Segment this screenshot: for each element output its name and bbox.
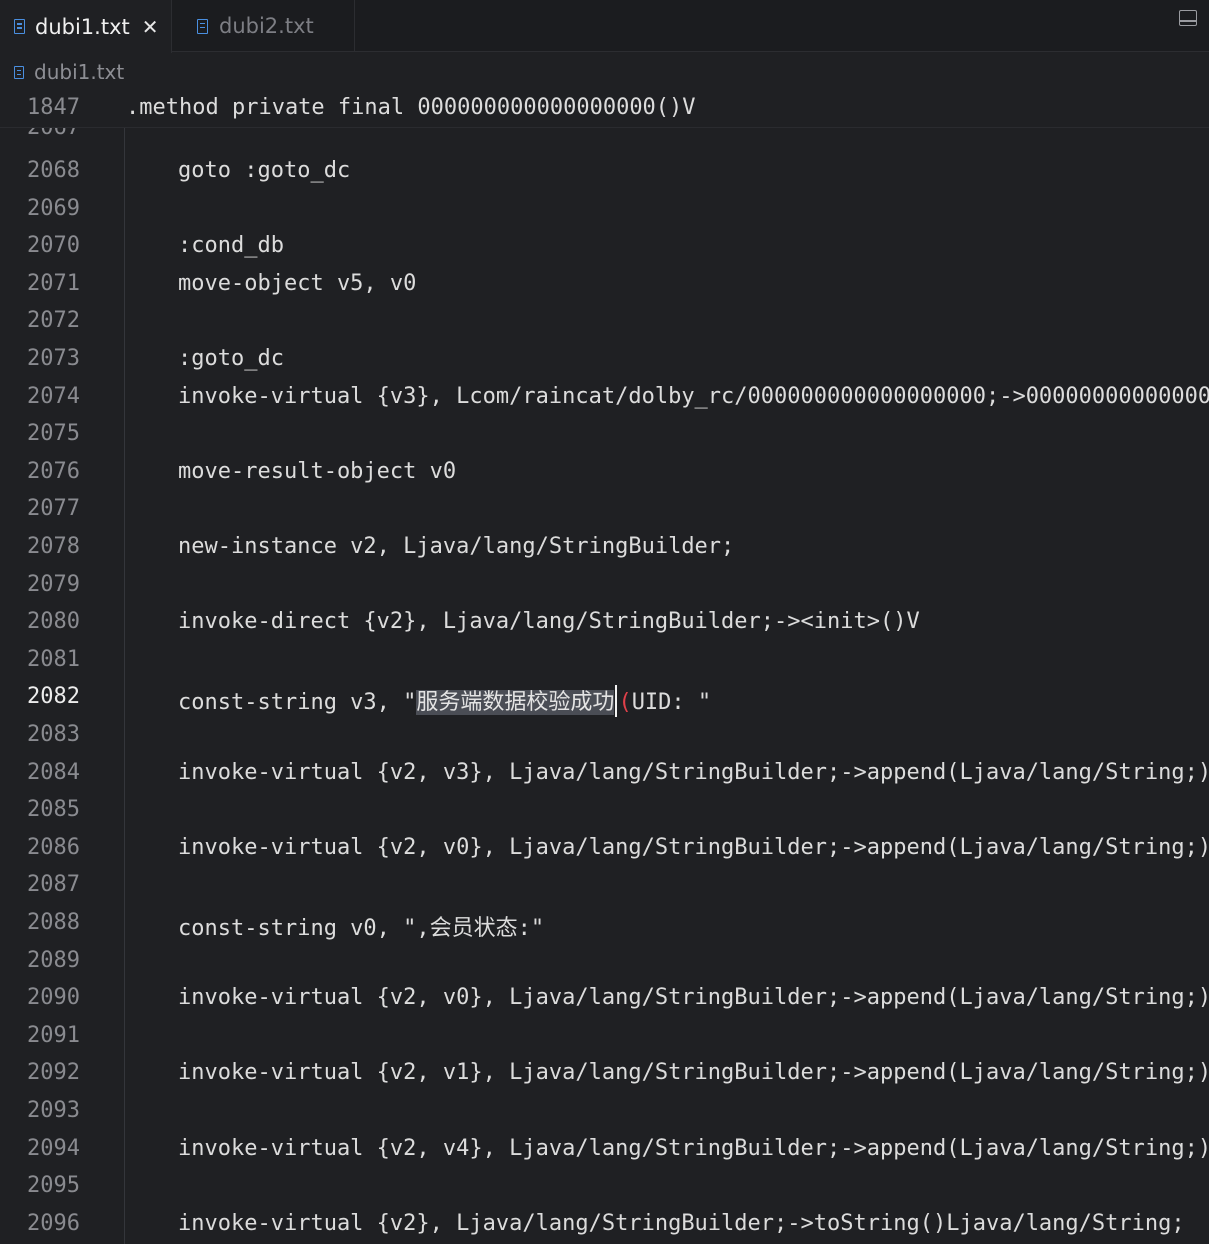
code-line-partial: 2067 (0, 128, 1209, 147)
code-line[interactable]: 2068 goto :goto_dc (0, 152, 1209, 190)
code-line[interactable]: 2091 (0, 1017, 1209, 1055)
line-text: new-instance v2, Ljava/lang/StringBuilde… (178, 534, 735, 559)
code-line[interactable]: 2076 move-result-object v0 (0, 453, 1209, 491)
line-number: 2075 (27, 421, 80, 447)
line-number: 2069 (27, 195, 80, 221)
code-line[interactable]: 2077 (0, 490, 1209, 528)
code-line[interactable]: 2087 (0, 866, 1209, 904)
breadcrumb-file[interactable]: dubi1.txt (34, 60, 124, 84)
line-number: 2071 (27, 270, 80, 296)
selected-text[interactable]: 服务端数据校验成功 (416, 690, 615, 716)
line-number: 2083 (27, 722, 80, 747)
code-line[interactable]: 2078 new-instance v2, Ljava/lang/StringBu… (0, 528, 1209, 566)
code-line[interactable]: 2083 (0, 716, 1209, 754)
line-text: invoke-virtual {v2, v1}, Ljava/lang/Stri… (178, 1060, 1209, 1086)
line-number: 2093 (27, 1098, 80, 1123)
line-number: 2085 (27, 797, 80, 823)
line-number: 2074 (27, 383, 80, 409)
line-number: 2092 (27, 1060, 80, 1086)
line-number: 2070 (27, 233, 80, 259)
code-editor[interactable]: 2067 2068goto :goto_dc20692070:cond_db20… (0, 128, 1209, 1244)
line-number: 2073 (27, 346, 80, 371)
line-text: invoke-virtual {v3}, Lcom/raincat/dolby_… (178, 383, 1209, 409)
line-number: 2080 (27, 609, 80, 635)
line-text: const-string v3, "服务端数据校验成功 (UID: " (178, 684, 712, 718)
code-line[interactable]: 2088 const-string v0, ",会员状态:" (0, 904, 1209, 942)
code-line[interactable]: 2070 :cond_db (0, 227, 1209, 265)
line-number: 2086 (27, 834, 80, 860)
close-icon[interactable]: ✕ (142, 17, 159, 37)
toggle-panel-icon[interactable] (1179, 10, 1197, 26)
line-number: 2078 (27, 534, 80, 559)
code-line[interactable]: 2081 (0, 641, 1209, 679)
line-number: 2081 (27, 646, 80, 672)
line-text: move-object v5, v0 (178, 270, 417, 296)
line-text: const-string v0, ",会员状态:" (178, 916, 545, 941)
line-number: 2089 (27, 947, 80, 973)
line-text: :goto_dc (178, 346, 284, 371)
sticky-line-text: .method private final 000000000000000000… (126, 95, 696, 120)
code-line[interactable]: 2090 invoke-virtual {v2, v0}, Ljava/lang/… (0, 979, 1209, 1017)
code-line[interactable]: 2085 (0, 791, 1209, 829)
code-line[interactable]: 2094 invoke-virtual {v2, v4}, Ljava/lang/… (0, 1130, 1209, 1168)
line-number: 2076 (27, 458, 80, 484)
code-suffix: UID: " (631, 690, 712, 716)
line-text: goto :goto_dc (178, 158, 351, 183)
code-line[interactable]: 2093 (0, 1092, 1209, 1130)
code-line[interactable]: 2072 (0, 302, 1209, 340)
code-line[interactable]: 2092 invoke-virtual {v2, v1}, Ljava/lang/… (0, 1054, 1209, 1092)
code-line[interactable]: 2069 (0, 190, 1209, 228)
tab-label: dubi1.txt (35, 14, 130, 39)
current-code-line[interactable]: 2082 const-string v3, "服务端数据校验成功 (UID: " (0, 678, 1209, 718)
tab-bar: dubi1.txt ✕ dubi2.txt (0, 0, 1209, 53)
code-line[interactable]: 2080 invoke-direct {v2}, Ljava/lang/Strin… (0, 603, 1209, 641)
unmatched-paren: ( (618, 690, 632, 716)
code-line[interactable]: 2095 (0, 1167, 1209, 1205)
code-line[interactable]: 2074 invoke-virtual {v3}, Lcom/raincat/do… (0, 378, 1209, 416)
breadcrumb: dubi1.txt (0, 54, 124, 90)
tab-dubi1[interactable]: dubi1.txt ✕ (0, 0, 172, 53)
tab-label: dubi2.txt (219, 14, 314, 38)
line-number: 2087 (27, 872, 80, 898)
code-prefix: const-string v3, " (178, 690, 417, 716)
text-file-icon (197, 18, 208, 34)
line-number: 2077 (27, 496, 80, 522)
line-number: 2094 (27, 1135, 80, 1161)
line-number: 2090 (27, 985, 80, 1011)
code-line[interactable]: 2071 move-object v5, v0 (0, 265, 1209, 303)
line-text: invoke-virtual {v2, v4}, Ljava/lang/Stri… (178, 1135, 1209, 1161)
line-number: 2088 (27, 910, 80, 935)
line-number: 2084 (27, 759, 80, 785)
code-line[interactable]: 2079 (0, 566, 1209, 604)
sticky-scroll-header[interactable]: 1847 .method private final 0000000000000… (0, 90, 1209, 128)
line-text: invoke-direct {v2}, Ljava/lang/StringBui… (178, 609, 920, 635)
line-number: 2072 (27, 308, 80, 334)
line-number: 2091 (27, 1022, 80, 1048)
line-text: :cond_db (178, 233, 284, 259)
line-number: 2095 (27, 1173, 80, 1199)
line-number: 2082 (27, 684, 80, 710)
line-text: invoke-virtual {v2, v3}, Ljava/lang/Stri… (178, 759, 1209, 785)
code-line[interactable]: 2075 (0, 415, 1209, 453)
code-line[interactable]: 2084 invoke-virtual {v2, v3}, Ljava/lang/… (0, 754, 1209, 792)
code-line[interactable]: 2096 invoke-virtual {v2}, Ljava/lang/Stri… (0, 1205, 1209, 1243)
line-text: move-result-object v0 (178, 458, 457, 484)
text-file-icon (14, 19, 25, 34)
line-text: invoke-virtual {v2, v0}, Ljava/lang/Stri… (178, 985, 1209, 1011)
line-number: 2096 (27, 1210, 80, 1236)
code-line[interactable]: 2089 (0, 942, 1209, 980)
text-file-icon (14, 65, 24, 79)
line-text: invoke-virtual {v2, v0}, Ljava/lang/Stri… (178, 834, 1209, 860)
code-line[interactable]: 2073 :goto_dc (0, 340, 1209, 378)
line-text: invoke-virtual {v2}, Ljava/lang/StringBu… (178, 1210, 1185, 1236)
line-number: 2079 (27, 571, 80, 597)
code-line[interactable]: 2086 invoke-virtual {v2, v0}, Ljava/lang/… (0, 829, 1209, 867)
tab-dubi2[interactable]: dubi2.txt (172, 0, 355, 52)
line-number: 1847 (27, 95, 80, 120)
